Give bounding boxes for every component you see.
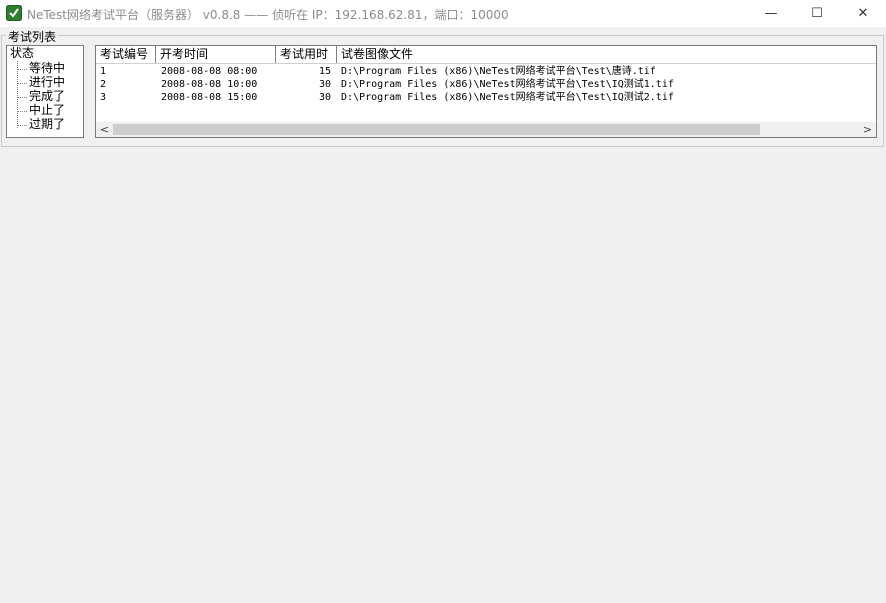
tree-item-label: 等待中 xyxy=(29,61,66,75)
table-row[interactable]: 1 2008-08-08 08:00 15 D:\Program Files (… xyxy=(96,65,876,78)
cell-duration: 15 xyxy=(318,66,331,77)
column-header-exam-id[interactable]: 考试编号 xyxy=(96,46,156,63)
tree-item-label: 过期了 xyxy=(29,117,66,131)
status-tree[interactable]: 状态 等待中 进行中 完成了 中止了 过期了 xyxy=(6,45,84,138)
exam-list-caption: 考试列表 xyxy=(6,28,59,45)
column-header-image-file[interactable]: 试卷图像文件 xyxy=(337,46,876,63)
horizontal-scrollbar[interactable]: < > xyxy=(96,122,876,137)
tree-branch-line xyxy=(17,97,27,98)
tree-item-label: 中止了 xyxy=(29,103,66,117)
table-row[interactable]: 3 2008-08-08 15:00 30 D:\Program Files (… xyxy=(96,91,876,104)
cell-duration: 30 xyxy=(318,79,331,90)
scroll-right-arrow-icon[interactable]: > xyxy=(860,122,875,137)
column-header-start-time[interactable]: 开考时间 xyxy=(156,46,276,63)
close-button[interactable]: ✕ xyxy=(840,0,886,27)
maximize-button[interactable]: ☐ xyxy=(794,0,840,27)
tree-item-label: 完成了 xyxy=(29,89,66,103)
scroll-left-arrow-icon[interactable]: < xyxy=(97,122,112,137)
cell-start-time: 2008-08-08 08:00 xyxy=(161,66,258,77)
cell-image-file: D:\Program Files (x86)\NeTest网络考试平台\Test… xyxy=(341,66,656,77)
list-header: 考试编号 开考时间 考试用时 试卷图像文件 xyxy=(96,46,876,64)
cell-exam-id: 3 xyxy=(100,92,107,103)
tree-item-label: 进行中 xyxy=(29,75,66,89)
tree-root-status[interactable]: 状态 xyxy=(10,47,34,60)
cell-start-time: 2008-08-08 10:00 xyxy=(161,79,258,90)
title-bar: NeTest网络考试平台（服务器） v0.8.8 —— 侦听在 IP：192.1… xyxy=(0,0,886,27)
cell-start-time: 2008-08-08 15:00 xyxy=(161,92,258,103)
exam-list-view[interactable]: 考试编号 开考时间 考试用时 试卷图像文件 1 2008-08-08 08:00… xyxy=(95,45,877,138)
tree-branch-line xyxy=(17,125,27,126)
cell-duration: 30 xyxy=(318,92,331,103)
table-row[interactable]: 2 2008-08-08 10:00 30 D:\Program Files (… xyxy=(96,78,876,91)
column-header-duration[interactable]: 考试用时 xyxy=(276,46,337,63)
tree-branch-line xyxy=(17,69,27,70)
cell-image-file: D:\Program Files (x86)\NeTest网络考试平台\Test… xyxy=(341,79,674,90)
cell-image-file: D:\Program Files (x86)\NeTest网络考试平台\Test… xyxy=(341,92,674,103)
scrollbar-thumb[interactable] xyxy=(113,124,760,135)
tree-branch-line xyxy=(17,111,27,112)
cell-exam-id: 2 xyxy=(100,79,107,90)
tree-branch-line xyxy=(17,83,27,84)
cell-exam-id: 1 xyxy=(100,66,107,77)
app-icon xyxy=(6,5,22,21)
tree-connector-line xyxy=(17,61,18,128)
window-title: NeTest网络考试平台（服务器） v0.8.8 —— 侦听在 IP：192.1… xyxy=(27,8,509,22)
minimize-button[interactable]: — xyxy=(748,0,794,27)
